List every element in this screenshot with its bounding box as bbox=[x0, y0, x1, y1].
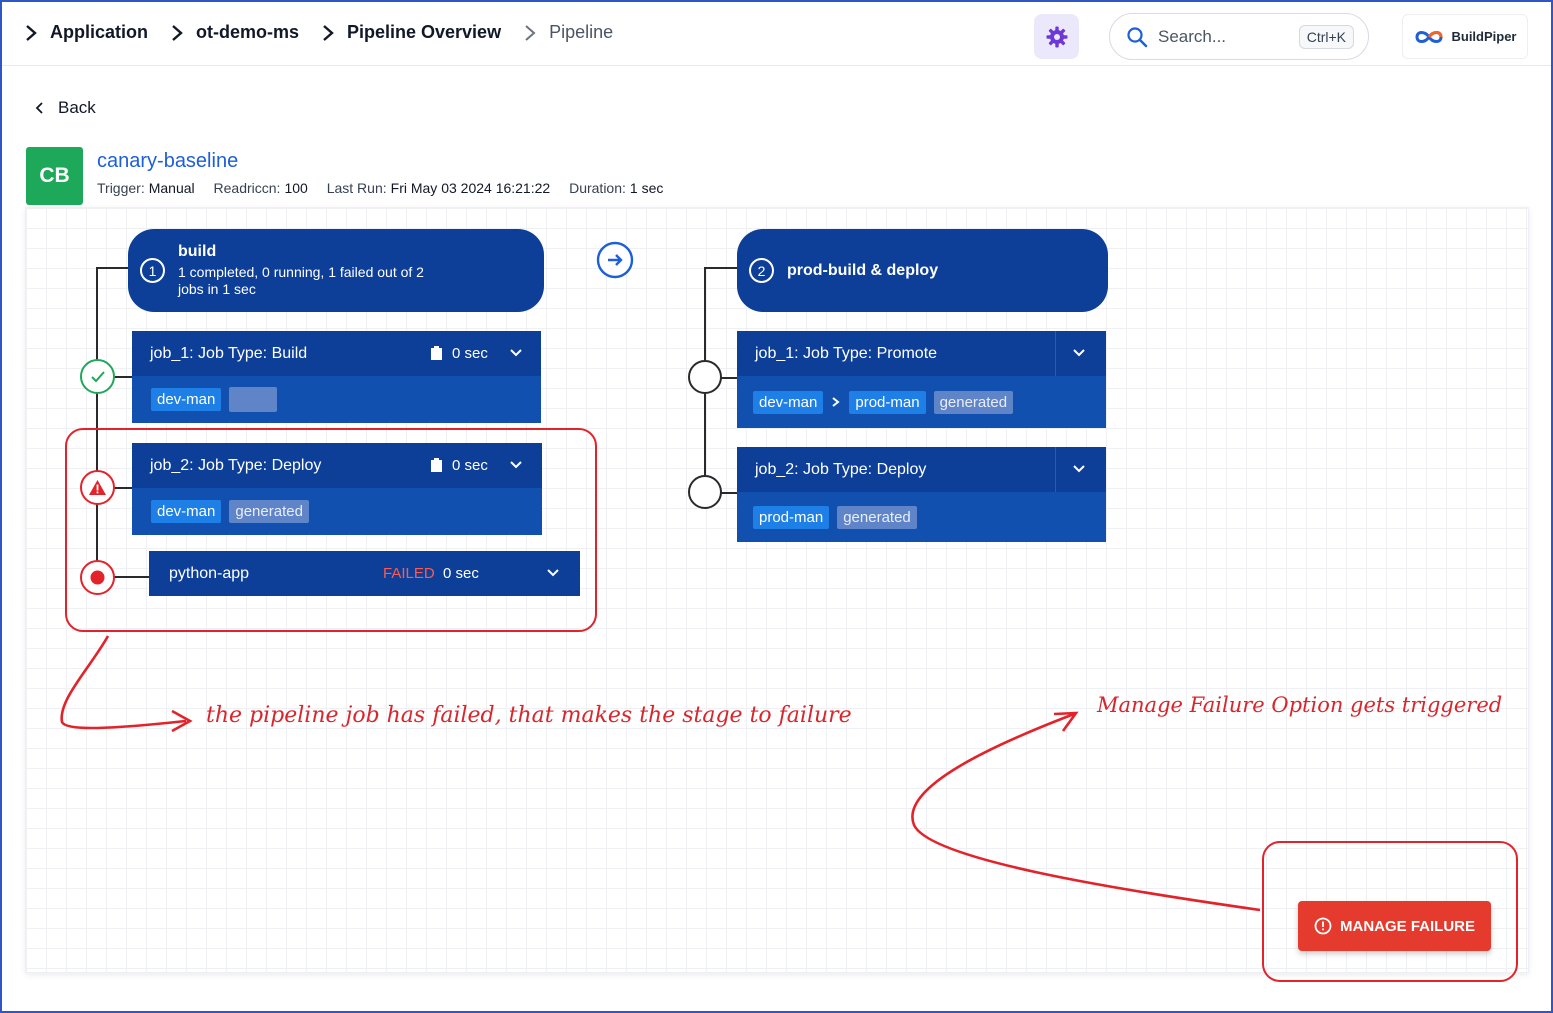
annotation-manage-failure: Manage Failure Option gets triggered bbox=[1097, 693, 1503, 717]
annotation-job-failed: the pipeline job has failed, that makes … bbox=[206, 703, 852, 728]
annotation-arrows bbox=[60, 635, 1261, 912]
